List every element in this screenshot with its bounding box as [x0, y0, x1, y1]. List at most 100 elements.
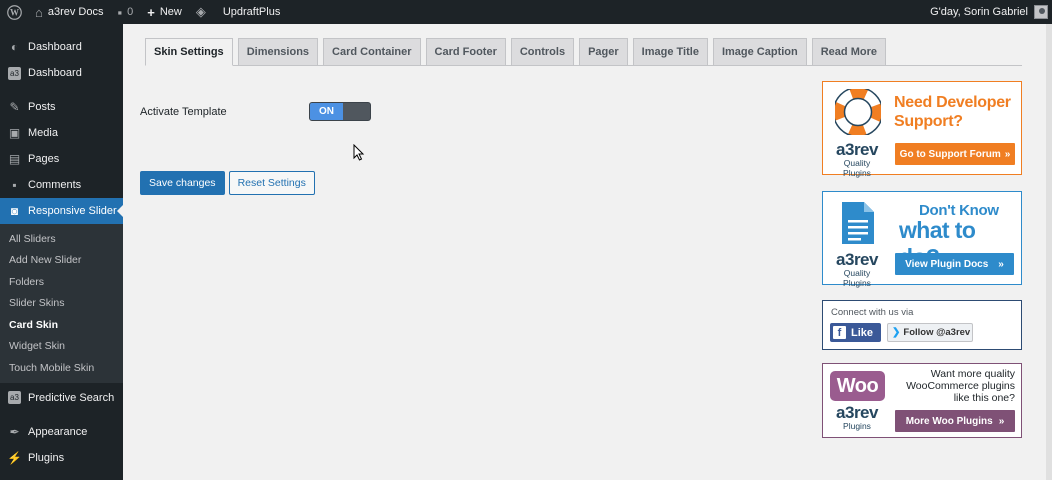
promo-line3: like this one? [953, 392, 1015, 404]
tab-dimensions[interactable]: Dimensions [237, 38, 319, 66]
media-icon: ▣ [8, 126, 21, 140]
go-to-support-forum-button[interactable]: Go to Support Forum » [895, 143, 1015, 165]
svg-text:W: W [10, 7, 19, 17]
button-label: View Plugin Docs [905, 258, 989, 270]
twitter-bird-icon: ❯ [892, 327, 901, 338]
site-name-link[interactable]: ⌂ a3rev Docs [28, 0, 111, 24]
submenu-all-sliders[interactable]: All Sliders [0, 228, 123, 250]
more-woo-plugins-button[interactable]: More Woo Plugins » [895, 410, 1015, 432]
comments-link[interactable]: ▪ 0 [111, 0, 141, 24]
comments-icon: ▪ [12, 178, 17, 192]
menu-appearance[interactable]: ✒ Appearance [0, 419, 123, 445]
tab-pager[interactable]: Pager [579, 38, 628, 66]
woocommerce-logo: Woo [830, 371, 885, 401]
reset-settings-button[interactable]: Reset Settings [228, 171, 315, 195]
view-plugin-docs-button[interactable]: View Plugin Docs » [895, 253, 1014, 275]
home-icon: ⌂ [35, 4, 43, 20]
menu-predictive-search[interactable]: a3 Predictive Search [0, 385, 123, 411]
activate-template-label: Activate Template [140, 105, 227, 118]
tab-skin-settings[interactable]: Skin Settings [145, 38, 233, 66]
brand-name: a3rev [836, 250, 878, 269]
a3-dashboard-icon: a3 [8, 66, 21, 80]
facebook-icon: f [833, 326, 846, 339]
new-content-link[interactable]: + New [140, 0, 189, 24]
menu-dashboard[interactable]: ◐ Dashboard [0, 34, 123, 60]
comment-bubble-icon: ▪ [117, 4, 123, 20]
camera-icon: ◙ [10, 204, 19, 218]
my-account-link[interactable]: G'day, Sorin Gabriel [923, 0, 1052, 24]
menu-pages[interactable]: ▤ Pages [0, 146, 123, 172]
page-scrollbar[interactable] [1046, 24, 1052, 480]
updraftplus-icon: ◈ [195, 4, 206, 19]
tab-image-title[interactable]: Image Title [632, 38, 708, 66]
woo-widget: Woo a3rev Plugins Want more quality WooC… [822, 363, 1022, 438]
form-actions: Save changes Reset Settings [140, 171, 315, 195]
settings-tabs: Skin Settings Dimensions Card Container … [145, 38, 1022, 66]
pages-icon: ▤ [8, 152, 21, 166]
menu-comments[interactable]: ▪ Comments [0, 172, 123, 198]
comments-count: 0 [127, 6, 134, 18]
menu-label: Media [28, 127, 58, 139]
menu-a3-dashboard[interactable]: a3 Dashboard [0, 60, 123, 86]
menu-label: Dashboard [28, 41, 82, 53]
menu-label: Appearance [28, 425, 88, 438]
double-chevron-right-icon: » [998, 258, 1004, 270]
menu-label: Responsive Slider [28, 205, 117, 217]
brand-sub: Plugins [843, 421, 871, 431]
a3rev-logo: a3rev Quality Plugins [829, 251, 885, 288]
menu-label: Plugins [28, 451, 65, 464]
menu-label: Dashboard [28, 67, 82, 79]
woo-promo-text: Want more quality WooCommerce plugins li… [895, 368, 1015, 404]
tab-card-container[interactable]: Card Container [323, 38, 421, 66]
submenu-widget-skin[interactable]: Widget Skin [0, 336, 123, 358]
mouse-cursor-icon [353, 144, 365, 161]
submenu-add-new-slider[interactable]: Add New Slider [0, 250, 123, 272]
promo-line2: WooCommerce plugins [906, 380, 1015, 392]
updraftplus-link[interactable]: ◈ UpdraftPlus [189, 0, 287, 24]
submenu-touch-mobile-skin[interactable]: Touch Mobile Skin [0, 357, 123, 379]
plus-icon: + [147, 4, 155, 20]
submenu-slider-skins[interactable]: Slider Skins [0, 293, 123, 315]
follow-label: Follow @a3rev [903, 327, 971, 338]
tab-read-more[interactable]: Read More [811, 38, 886, 66]
twitter-follow-button[interactable]: ❯ Follow @a3rev [887, 323, 973, 342]
toggle-on-label: ON [310, 103, 343, 120]
greeting: G'day, Sorin Gabriel [930, 6, 1028, 18]
brand-sub: Quality Plugins [843, 268, 871, 288]
pin-icon: ✎ [9, 100, 20, 114]
tab-controls[interactable]: Controls [510, 38, 575, 66]
like-label: Like [851, 326, 874, 339]
connect-text: Connect with us via [831, 307, 914, 318]
activate-template-row: Activate Template ON [140, 102, 371, 121]
headline-line1: Need Developer [894, 94, 1011, 111]
menu-responsive-slider[interactable]: ◙ Responsive Slider [0, 198, 123, 224]
menu-posts[interactable]: ✎ Posts [0, 94, 123, 120]
main-content: Skin Settings Dimensions Card Container … [123, 24, 1052, 480]
dashboard-icon: ◐ [10, 40, 19, 54]
menu-media[interactable]: ▣ Media [0, 120, 123, 146]
submenu-folders[interactable]: Folders [0, 271, 123, 293]
support-headline: Need Developer Support? [894, 93, 1011, 131]
double-chevron-right-icon: » [998, 415, 1005, 427]
tab-card-footer[interactable]: Card Footer [425, 38, 506, 66]
wordpress-logo-icon[interactable]: W [0, 0, 28, 24]
admin-sidebar: ◐ Dashboard a3 Dashboard ✎ Posts ▣ Media… [0, 24, 123, 480]
brand-sub: Quality Plugins [843, 158, 871, 178]
a3rev-logo: a3rev Quality Plugins [829, 141, 885, 178]
button-label: Go to Support Forum [899, 148, 1001, 160]
menu-plugins[interactable]: ⚡ Plugins [0, 445, 123, 471]
submenu-card-skin[interactable]: Card Skin [0, 314, 123, 336]
menu-label: Pages [28, 153, 60, 165]
site-name: a3rev Docs [47, 6, 104, 18]
tab-image-caption[interactable]: Image Caption [712, 38, 807, 66]
save-changes-button[interactable]: Save changes [140, 171, 225, 195]
docs-widget: a3rev Quality Plugins Don't Know what to… [822, 191, 1022, 288]
admin-bar: W ⌂ a3rev Docs ▪ 0 + New ◈ UpdraftPlus G… [0, 0, 1052, 24]
facebook-like-button[interactable]: f Like [830, 323, 881, 342]
brand-name: a3rev [836, 403, 878, 422]
activate-template-toggle[interactable]: ON [309, 102, 371, 121]
menu-label: Posts [28, 101, 56, 113]
a3rev-logo: a3rev Plugins [829, 404, 885, 431]
updraftplus-label: UpdraftPlus [222, 6, 281, 18]
responsive-slider-submenu: All Sliders Add New Slider Folders Slide… [0, 224, 123, 383]
